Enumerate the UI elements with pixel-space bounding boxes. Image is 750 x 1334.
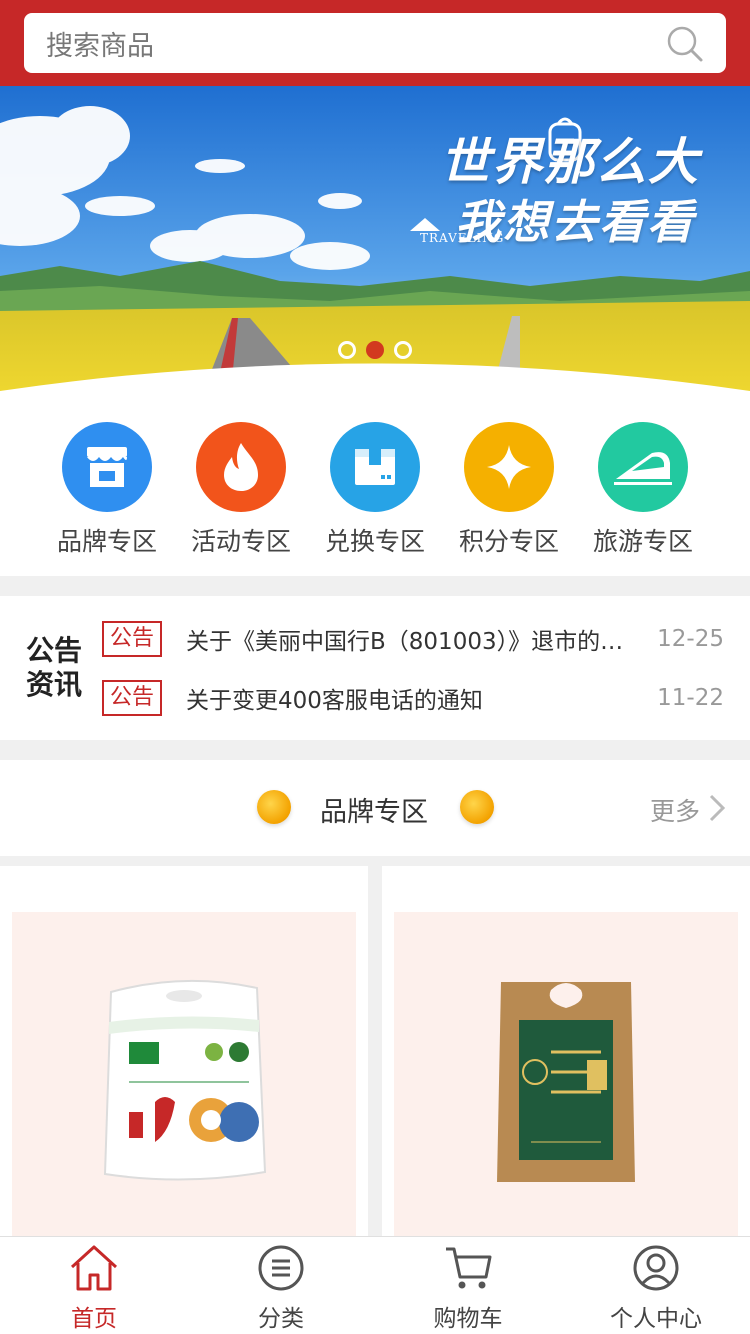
search-placeholder: 搜索商品 <box>46 30 154 62</box>
notice-text: 关于变更400客服电话的通知 <box>186 688 483 714</box>
tab-profile[interactable]: 个人中心 <box>581 1243 731 1333</box>
train-icon <box>598 422 688 512</box>
chevron-right-icon[interactable] <box>708 793 726 823</box>
product-list <box>0 866 750 1236</box>
tab-cart[interactable]: 购物车 <box>393 1243 543 1333</box>
brand-section-header: 品牌专区 更多 <box>0 760 750 856</box>
carousel-dot[interactable] <box>394 341 412 359</box>
kraft-bag-icon <box>497 982 635 1182</box>
carousel-indicator <box>338 341 412 359</box>
notice-text: 关于《美丽中国行B（801003）》退市的通知 <box>186 629 627 655</box>
orange-ball-icon <box>257 790 291 824</box>
fire-icon <box>196 422 286 512</box>
notice-tag: 公告 <box>102 621 163 657</box>
category-label: 品牌专区 <box>56 527 157 556</box>
notice-logo-line1: 公告 <box>26 634 83 667</box>
category-label: 旅游专区 <box>592 527 693 556</box>
carousel-dot[interactable] <box>338 341 356 359</box>
category-label: 活动专区 <box>190 527 291 556</box>
notice-logo-line2: 资讯 <box>26 668 83 701</box>
product-card[interactable] <box>0 866 368 1236</box>
banner-carousel[interactable]: 世界那么大 我想去看看 TRAVELING <box>0 86 750 400</box>
notice-date: 11-22 <box>657 685 724 711</box>
search-input[interactable]: 搜索商品 <box>24 13 726 73</box>
carousel-dot-active[interactable] <box>366 341 384 359</box>
notice-item[interactable]: 公告 关于变更400客服电话的通知 11-22 <box>102 680 732 716</box>
tab-label: 购物车 <box>433 1306 503 1332</box>
tab-label: 首页 <box>71 1306 117 1332</box>
banner-tagline: TRAVELING <box>420 231 505 245</box>
category-points[interactable]: 积分专区 <box>442 422 576 558</box>
category-activity[interactable]: 活动专区 <box>174 422 308 558</box>
cart-icon <box>446 1247 492 1289</box>
category-brand[interactable]: 品牌专区 <box>40 422 174 558</box>
notice-date: 12-25 <box>657 626 724 652</box>
category-label: 积分专区 <box>458 527 559 556</box>
category-travel[interactable]: 旅游专区 <box>576 422 710 558</box>
product-image <box>394 912 738 1236</box>
header: 搜索商品 <box>0 0 750 86</box>
product-image <box>12 912 356 1236</box>
notice-tag: 公告 <box>102 680 163 716</box>
star-diamond-icon <box>464 422 554 512</box>
tab-home[interactable]: 首页 <box>19 1243 169 1333</box>
category-label: 兑换专区 <box>324 527 425 556</box>
category-icon <box>258 1245 304 1291</box>
tab-label: 个人中心 <box>610 1306 702 1332</box>
banner-title: 世界那么大 <box>440 132 700 191</box>
peanut-bag-icon <box>103 979 267 1181</box>
user-icon <box>633 1245 679 1291</box>
category-grid: 品牌专区 活动专区 兑换专区 积分专区 旅游专区 <box>0 400 750 576</box>
product-card[interactable] <box>382 866 750 1236</box>
notice-board: 公告 资讯 公告 关于《美丽中国行B（801003）》退市的通知 12-25 公… <box>0 596 750 740</box>
search-icon[interactable] <box>666 25 704 63</box>
category-exchange[interactable]: 兑换专区 <box>308 422 442 558</box>
notice-item[interactable]: 公告 关于《美丽中国行B（801003）》退市的通知 12-25 <box>102 621 732 657</box>
box-icon <box>330 422 420 512</box>
bottom-tab-bar: 首页 分类 购物车 个人中心 <box>0 1236 750 1334</box>
tab-label: 分类 <box>258 1306 304 1332</box>
home-icon <box>70 1245 118 1291</box>
orange-ball-icon <box>460 790 494 824</box>
tab-category[interactable]: 分类 <box>206 1243 356 1333</box>
notice-logo: 公告 资讯 <box>26 634 92 702</box>
more-link[interactable]: 更多 <box>650 792 700 828</box>
section-title: 品牌专区 <box>320 797 428 828</box>
store-icon <box>62 422 152 512</box>
